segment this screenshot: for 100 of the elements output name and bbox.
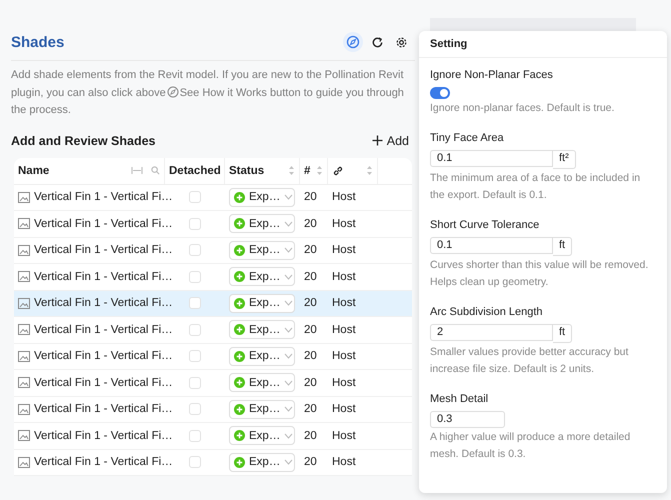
table-row[interactable]: Vertical Fin 1 - Vertical Fi… Exp… 20 Host [14,344,412,370]
search-icon[interactable] [151,166,160,175]
chevron-icon [284,380,294,386]
detached-checkbox[interactable] [189,297,201,310]
help-text: Curves shorter than this value will be removed. Helps clean up geometry. [430,258,650,290]
shade-name: Vertical Fin 1 - Vertical Fi… [34,456,173,468]
shade-name: Vertical Fin 1 - Vertical Fi… [34,244,173,256]
plus-icon [234,298,245,309]
table-row[interactable]: Vertical Fin 1 - Vertical Fi… Exp… 20 Host [14,264,412,290]
link-cell: Host [332,297,356,310]
detached-checkbox[interactable] [189,218,201,230]
count-cell: 20 [304,403,317,416]
detached-checkbox[interactable] [189,456,201,468]
refresh-icon [370,36,384,48]
status-dropdown[interactable]: Exp… [229,188,295,207]
status-dropdown[interactable]: Exp… [229,294,295,313]
link-cell: Host [332,324,356,336]
count-cell: 20 [304,324,317,336]
detached-checkbox[interactable] [189,376,201,389]
count-cell: 20 [304,350,317,362]
status-dropdown[interactable]: Exp… [229,400,295,419]
sort-icon[interactable] [366,165,373,176]
setting-label: Ignore Non-Planar Faces [430,69,554,81]
description-text: Add shade elements from the Revit model. If you are new to the Pollination Revit plugin, you can also click above See How it Works button to guide you through the process. [11,68,405,118]
detached-checkbox[interactable] [189,403,201,416]
detached-checkbox[interactable] [189,430,201,442]
table-row[interactable]: Vertical Fin 1 - Vertical Fi… Exp… 20 Host [14,370,412,396]
column-header[interactable]: Status [229,164,264,176]
shade-name: Vertical Fin 1 - Vertical Fi… [34,297,173,310]
column-header[interactable]: Name [18,164,50,176]
help-text: A higher value will produce a more detailed mesh. Default is 0.3. [430,430,632,462]
column-header[interactable]: Detached [169,164,221,176]
table-row[interactable]: Vertical Fin 1 - Vertical Fi… Exp… 20 Host [14,238,412,264]
plus-icon [234,456,245,468]
compass-button[interactable] [343,32,363,52]
link-cell: Host [332,244,356,256]
table-row[interactable]: Vertical Fin 1 - Vertical Fi… Exp… 20 Host [14,290,412,317]
detached-checkbox[interactable] [189,324,201,336]
number-field[interactable]: 0.3 [430,410,505,428]
image-icon [18,350,30,362]
status-dropdown[interactable]: Exp… [229,373,295,392]
setting-label: Mesh Detail [430,392,490,404]
table-row[interactable]: Vertical Fin 1 - Vertical Fi… Exp… 20 Host [14,423,412,450]
link-cell: Host [332,218,356,230]
unit-label: ft [553,324,572,342]
compass-icon [166,86,179,98]
link-cell: Host [332,456,356,468]
detached-checkbox[interactable] [189,270,201,283]
plus-icon [234,430,245,442]
image-icon [18,324,30,336]
plus-icon [234,271,245,282]
gear-icon [394,36,408,48]
add-button[interactable]: Add [372,134,409,148]
link-cell: Host [332,430,356,442]
sort-icon[interactable] [316,165,323,176]
table-row[interactable]: Vertical Fin 1 - Vertical Fi… Exp… 20 Host [14,450,412,476]
column-header[interactable]: # [304,164,310,176]
shade-name: Vertical Fin 1 - Vertical Fi… [34,218,173,230]
image-icon [18,244,30,256]
status-dropdown[interactable]: Exp… [229,426,295,446]
number-field[interactable]: 2 [430,324,553,340]
count-cell: 20 [304,430,317,442]
count-cell: 20 [304,191,317,204]
status-dropdown[interactable]: Exp… [229,214,295,234]
status-dropdown[interactable]: Exp… [229,240,295,260]
panel-title: Shades [11,34,64,50]
chevron-icon [284,326,294,333]
plus-icon [234,377,245,388]
status-dropdown[interactable]: Exp… [229,267,295,286]
status-dropdown[interactable]: Exp… [229,320,295,340]
table-row[interactable]: Vertical Fin 1 - Vertical Fi… Exp… 20 Host [14,396,412,423]
table-row[interactable]: Vertical Fin 1 - Vertical Fi… Exp… 20 Host [14,317,412,344]
setting-label: Short Curve Tolerance [430,218,540,230]
plus-icon [234,244,245,256]
image-icon [18,456,30,468]
table-row[interactable]: Vertical Fin 1 - Vertical Fi… Exp… 20 Host [14,184,412,211]
image-icon [18,377,30,388]
chevron-icon [284,220,294,227]
plus-icon [234,218,245,230]
column-resize-icon[interactable] [131,166,143,175]
status-dropdown[interactable]: Exp… [229,452,295,472]
image-icon [18,298,30,309]
detached-checkbox[interactable] [189,350,201,362]
detached-checkbox[interactable] [189,244,201,256]
image-icon [18,192,30,203]
status-dropdown[interactable]: Exp… [229,346,295,366]
link-cell: Host [332,191,356,204]
shade-name: Vertical Fin 1 - Vertical Fi… [34,191,173,204]
chevron-icon [284,459,294,466]
sort-icon[interactable] [288,165,295,176]
detached-checkbox[interactable] [189,191,201,204]
number-field[interactable]: 0.1 [430,236,553,254]
link-cell: Host [332,270,356,283]
toggle-switch[interactable] [430,87,450,99]
count-cell: 20 [304,297,317,310]
shade-name: Vertical Fin 1 - Vertical Fi… [34,324,173,336]
link-cell: Host [332,350,356,362]
number-field[interactable]: 0.1 [430,150,553,166]
shade-name: Vertical Fin 1 - Vertical Fi… [34,270,173,283]
table-row[interactable]: Vertical Fin 1 - Vertical Fi… Exp… 20 Host [14,211,412,238]
